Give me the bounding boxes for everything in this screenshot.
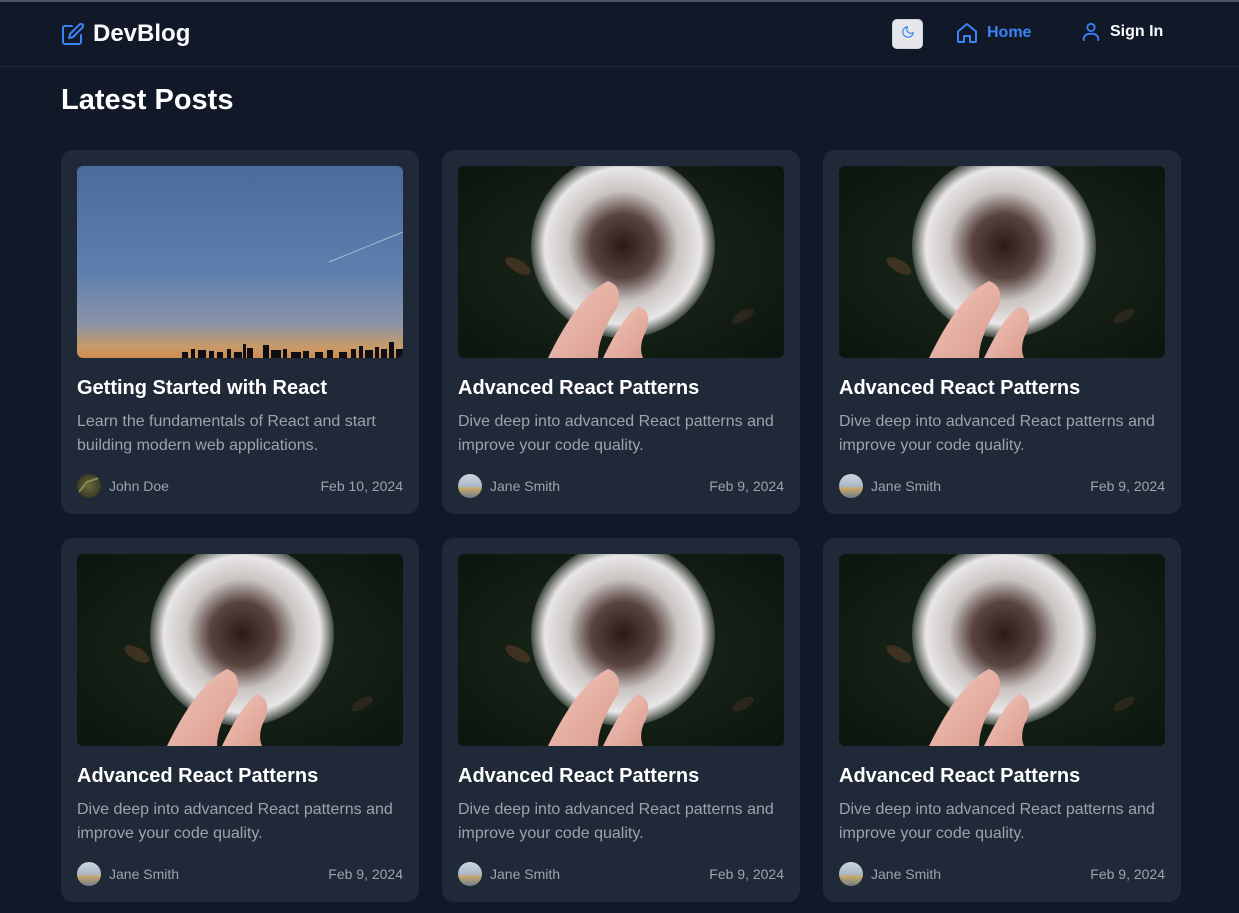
post-excerpt: Dive deep into advanced React patterns a…	[77, 801, 393, 842]
post-date: Feb 10, 2024	[320, 478, 403, 494]
post-author: Jane Smith	[458, 862, 560, 886]
post-date: Feb 9, 2024	[709, 866, 784, 882]
edit-icon	[61, 22, 85, 46]
post-card[interactable]: Advanced React Patterns Dive deep into a…	[442, 150, 800, 514]
avatar	[458, 474, 482, 498]
post-excerpt: Dive deep into advanced React patterns a…	[458, 801, 774, 842]
avatar	[77, 474, 101, 498]
post-meta: Jane Smith Feb 9, 2024	[458, 862, 784, 886]
nav-home-label: Home	[987, 24, 1032, 41]
author-name: Jane Smith	[490, 478, 561, 494]
post-card[interactable]: Advanced React Patterns Dive deep into a…	[823, 538, 1181, 902]
post-author: Jane Smith	[839, 474, 941, 498]
author-name: Jane Smith	[109, 866, 180, 882]
post-card[interactable]: Advanced React Patterns Dive deep into a…	[823, 150, 1181, 514]
avatar	[77, 862, 101, 886]
post-author: John Doe	[77, 474, 169, 498]
post-excerpt: Learn the fundamentals of React and star…	[77, 413, 376, 454]
post-card[interactable]: Getting Started with React Learn the fun…	[61, 150, 419, 514]
nav-signin-link[interactable]: Sign In	[1080, 21, 1163, 43]
post-card[interactable]: Advanced React Patterns Dive deep into a…	[61, 538, 419, 902]
post-meta: Jane Smith Feb 9, 2024	[839, 474, 1165, 498]
post-meta: Jane Smith Feb 9, 2024	[77, 862, 403, 886]
brand-name: DevBlog	[93, 20, 191, 47]
moon-icon	[901, 25, 915, 44]
post-excerpt: Dive deep into advanced React patterns a…	[458, 413, 774, 454]
post-title[interactable]: Advanced React Patterns	[458, 764, 784, 788]
page-title: Latest Posts	[61, 84, 234, 116]
nav-signin-label: Sign In	[1110, 23, 1164, 40]
post-thumbnail	[77, 554, 403, 746]
avatar	[839, 862, 863, 886]
post-date: Feb 9, 2024	[709, 478, 784, 494]
post-excerpt: Dive deep into advanced React patterns a…	[839, 413, 1155, 454]
post-thumbnail	[458, 166, 784, 358]
user-icon	[1080, 21, 1102, 43]
theme-toggle-button[interactable]	[892, 19, 923, 49]
author-name: Jane Smith	[871, 866, 942, 882]
post-title[interactable]: Advanced React Patterns	[839, 376, 1165, 400]
post-date: Feb 9, 2024	[328, 866, 403, 882]
post-meta: John Doe Feb 10, 2024	[77, 474, 403, 498]
post-thumbnail	[458, 554, 784, 746]
home-icon	[955, 21, 979, 45]
post-thumbnail	[839, 554, 1165, 746]
author-name: Jane Smith	[871, 478, 942, 494]
posts-grid: Getting Started with React Learn the fun…	[61, 150, 1181, 902]
post-author: Jane Smith	[839, 862, 941, 886]
post-thumbnail	[77, 166, 403, 358]
navbar: DevBlog Home Sign In	[0, 2, 1239, 67]
author-name: Jane Smith	[490, 866, 561, 882]
author-name: John Doe	[109, 478, 169, 494]
post-thumbnail	[839, 166, 1165, 358]
avatar	[458, 862, 482, 886]
post-card[interactable]: Advanced React Patterns Dive deep into a…	[442, 538, 800, 902]
post-date: Feb 9, 2024	[1090, 478, 1165, 494]
post-date: Feb 9, 2024	[1090, 866, 1165, 882]
nav-home-link[interactable]: Home	[955, 21, 1031, 45]
post-author: Jane Smith	[458, 474, 560, 498]
post-title[interactable]: Getting Started with React	[77, 376, 403, 400]
post-meta: Jane Smith Feb 9, 2024	[458, 474, 784, 498]
post-excerpt: Dive deep into advanced React patterns a…	[839, 801, 1155, 842]
avatar	[839, 474, 863, 498]
brand-link[interactable]: DevBlog	[61, 20, 190, 48]
post-author: Jane Smith	[77, 862, 179, 886]
post-title[interactable]: Advanced React Patterns	[839, 764, 1165, 788]
post-title[interactable]: Advanced React Patterns	[458, 376, 784, 400]
post-meta: Jane Smith Feb 9, 2024	[839, 862, 1165, 886]
post-title[interactable]: Advanced React Patterns	[77, 764, 403, 788]
